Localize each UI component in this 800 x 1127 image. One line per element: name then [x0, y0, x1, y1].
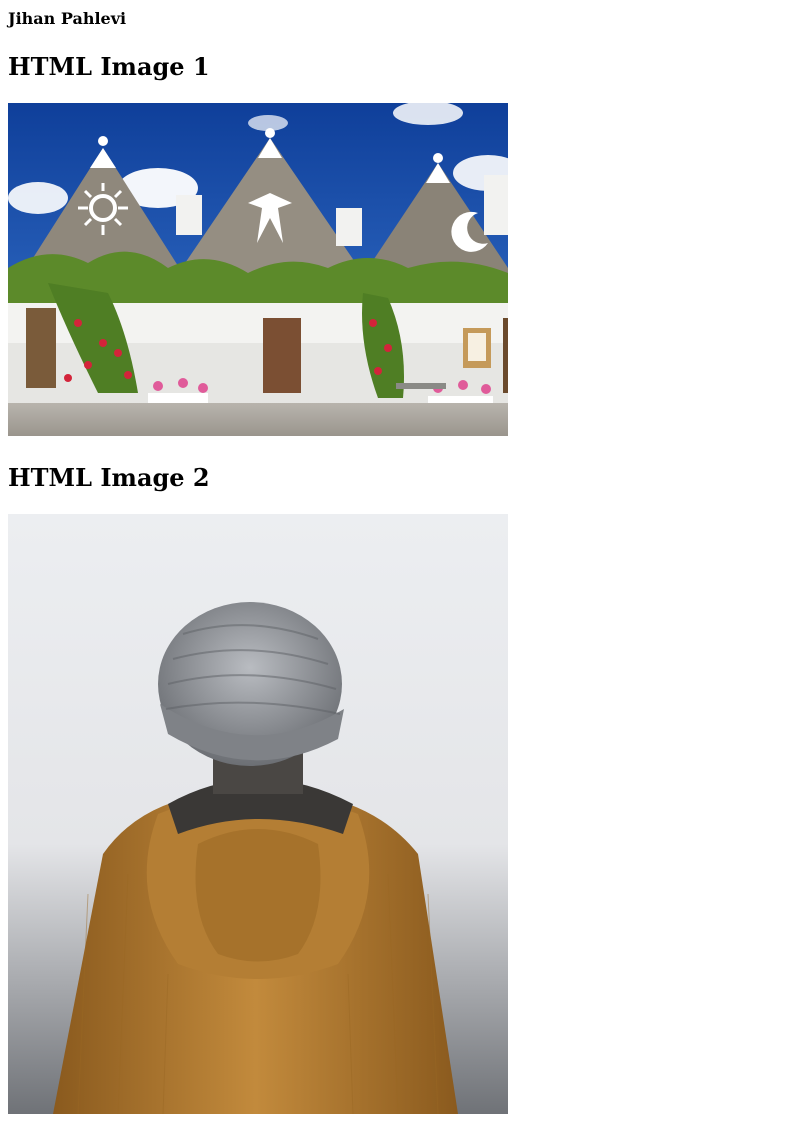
- section-heading-2: HTML Image 2: [8, 463, 210, 492]
- author-name: Jihan Pahlevi: [8, 9, 127, 28]
- trulli-houses-image: [8, 103, 508, 436]
- person-in-beanie-illustration: [8, 514, 508, 1114]
- person-in-beanie-image: [8, 514, 508, 1114]
- section-heading-1: HTML Image 1: [8, 52, 210, 81]
- trulli-houses-illustration: [8, 103, 508, 436]
